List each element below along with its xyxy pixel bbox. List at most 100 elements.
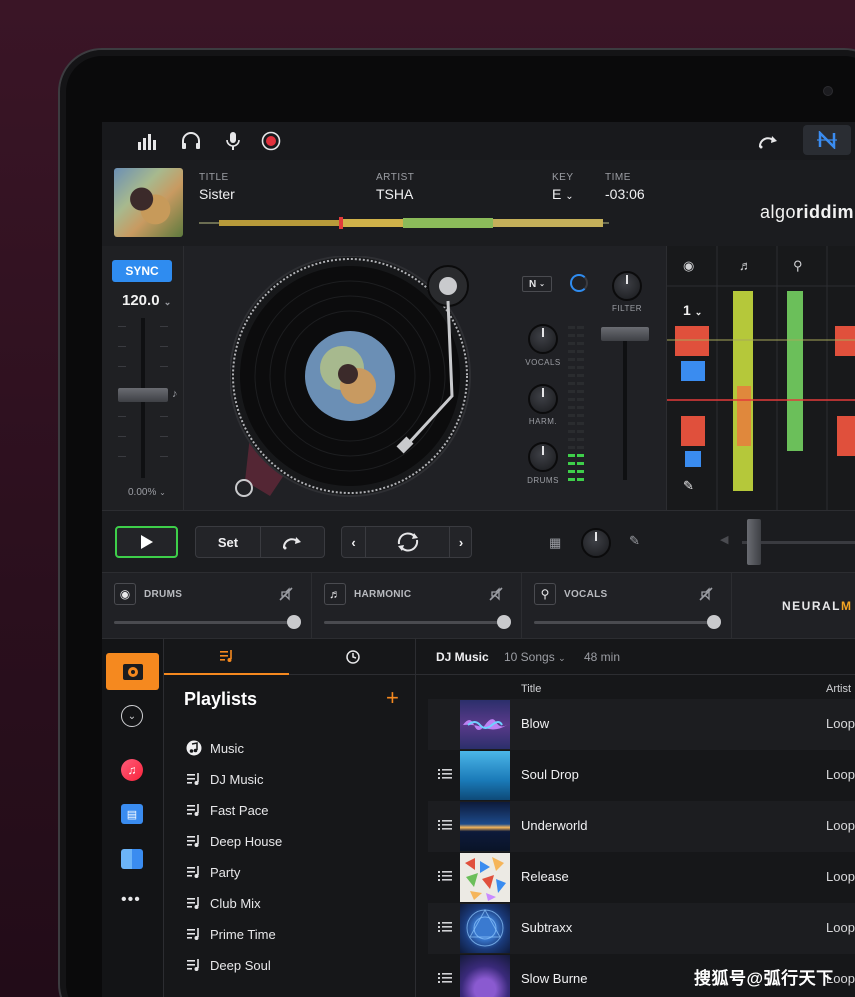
drums-icon[interactable]: ◉ [114,583,136,605]
playlist-icon [186,895,202,911]
vocals-label: VOCALS [525,358,561,367]
playlist-item[interactable]: Club Mix [186,892,261,914]
list-icon[interactable] [438,767,452,781]
playlist-icon [186,926,202,942]
song-artwork [460,955,510,997]
tab-history[interactable] [289,639,416,675]
jump-button[interactable] [261,527,325,557]
song-artist: Loopr [826,920,855,935]
drums-knob[interactable] [528,442,558,472]
files-icon[interactable] [121,849,143,869]
stem-vocals-slider-handle[interactable] [707,615,721,629]
vocals-stem-icon: ⚲ [793,258,803,273]
vocals-icon[interactable]: ⚲ [534,583,556,605]
table-row[interactable]: Blow Loopr [428,699,855,750]
more-icon[interactable]: ••• [121,891,141,909]
turntable[interactable] [230,256,480,506]
redo-icon [282,537,301,550]
table-row[interactable]: Underworld Loopr [428,801,855,852]
track-waveform[interactable] [199,216,609,230]
expand-icon[interactable]: ⌄ [121,705,143,727]
playlist-item[interactable]: Deep Soul [186,954,271,976]
brand-logo: algoriddim [760,202,855,222]
fx-knob[interactable] [581,528,611,558]
add-playlist-button[interactable]: + [386,685,399,711]
beat-count[interactable]: 1 ⌄ [683,302,702,318]
play-icon [140,535,153,549]
vocals-knob[interactable] [528,324,558,354]
loop-prev-button[interactable]: ‹ [342,527,366,557]
song-list: DJ Music 10 Songs ⌄ 48 min Title Artist … [416,639,855,997]
song-title: Underworld [521,818,588,833]
playlist-name: DJ Music [436,650,489,664]
playlist-item[interactable]: DJ Music [186,768,263,790]
crossfader-handle[interactable] [747,519,761,565]
pitch-value[interactable]: 0.00% ⌄ [128,487,166,498]
tab-playlists[interactable] [164,639,289,675]
play-button[interactable] [115,526,178,558]
track-time: -03:06 [605,186,645,202]
set-cue-button[interactable]: Set [196,527,261,557]
headphones-icon[interactable] [180,130,202,152]
tempo-panel: SYNC 120.0 ⌄ ♪ 0.00% ⌄ [102,246,184,510]
music-app-icon[interactable]: ♫ [121,759,143,781]
filter-knob[interactable] [612,271,642,301]
table-row[interactable]: Release Loopr [428,852,855,903]
mute-icon[interactable] [698,586,714,602]
key-selector[interactable]: E ⌄ [552,186,574,202]
song-artwork [460,904,510,953]
music-note-icon: ♪ [172,388,178,400]
playlist-item[interactable]: Deep House [186,830,282,852]
pipette-icon[interactable]: ✎ [629,533,640,549]
loop-next-button[interactable]: › [449,527,472,557]
playlist-item[interactable]: Fast Pace [186,799,269,821]
mute-icon[interactable] [488,586,504,602]
list-icon[interactable] [438,818,452,832]
loop-button[interactable] [366,527,449,557]
edit-icon[interactable]: ✎ [683,478,694,494]
column-title[interactable]: Title [521,683,541,695]
volume-fader-handle[interactable] [601,327,649,341]
bpm-display[interactable]: 120.0 ⌄ [122,292,171,309]
stem-vocals: ⚲ VOCALS [522,573,732,639]
playlist-item[interactable]: Party [186,861,240,883]
list-icon[interactable] [438,971,452,985]
list-icon[interactable] [438,920,452,934]
harmonic-knob[interactable] [528,384,558,414]
harmonic-icon[interactable]: ♬ [324,583,346,605]
piano-icon[interactable]: ▦ [549,535,561,551]
record-icon[interactable] [260,130,282,152]
neural-stem-view[interactable]: ◉ ♬ ⚲ 1 ⌄ ✎ [666,246,855,510]
neural-mix-icon [817,131,837,149]
playlist-item[interactable]: Prime Time [186,923,276,945]
column-artist[interactable]: Artist [826,683,851,695]
volume-fader[interactable] [623,330,627,480]
playlist-item[interactable]: Music [186,737,244,759]
library-source-button[interactable] [106,653,159,690]
equalizer-icon[interactable] [137,130,159,152]
pitch-slider-handle[interactable] [118,388,168,402]
video-icon[interactable]: ▤ [121,804,143,824]
stem-drums-slider[interactable] [114,621,294,624]
song-title: Release [521,869,569,884]
sync-button[interactable]: SYNC [112,260,172,282]
table-row[interactable]: Subtraxx Loopr [428,903,855,954]
table-row[interactable]: Soul Drop Loopr [428,750,855,801]
chevron-right-icon: › [458,534,464,550]
stem-drums-slider-handle[interactable] [287,615,301,629]
song-count[interactable]: 10 Songs ⌄ [504,650,566,664]
library-sources: ⌄ ♫ ▤ ••• [102,639,164,997]
chevron-left-icon: ‹ [351,534,356,550]
redo-icon[interactable] [758,130,780,152]
stem-drums: ◉ DRUMS [102,573,312,639]
stem-harmonic-slider[interactable] [324,621,504,624]
mute-icon[interactable] [278,586,294,602]
neural-mix-button[interactable] [803,125,851,155]
list-icon[interactable] [438,869,452,883]
microphone-icon[interactable] [222,130,244,152]
stem-harmonic-slider-handle[interactable] [497,615,511,629]
mixer-mode-select[interactable]: N ⌄ [522,276,552,292]
stem-vocals-slider[interactable] [534,621,714,624]
playlist-duration: 48 min [584,650,621,664]
song-artwork [460,802,510,851]
